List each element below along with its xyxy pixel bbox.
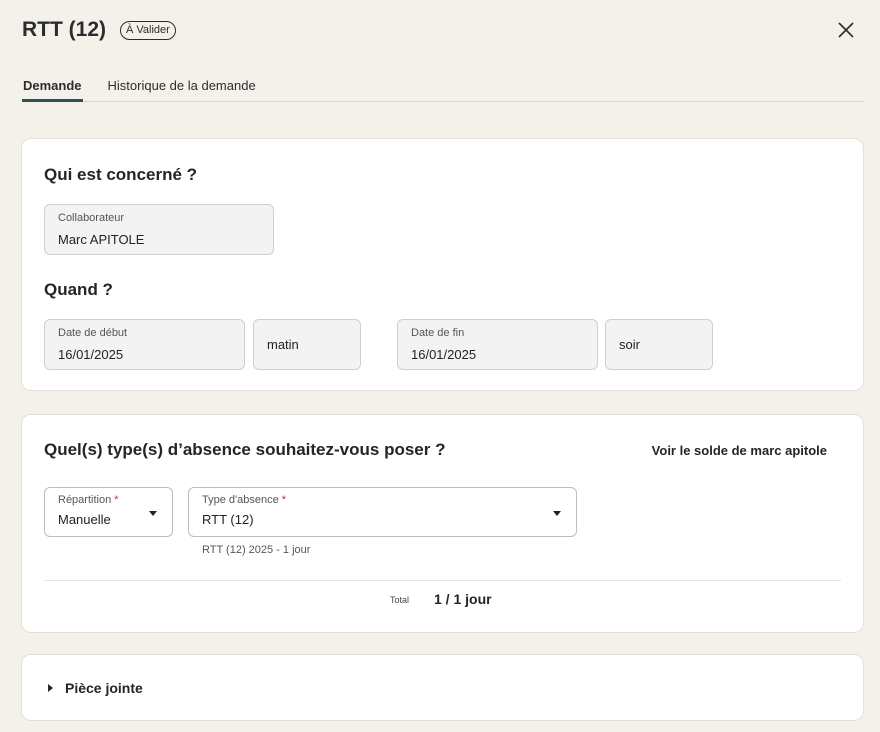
start-period-value: matin [267, 337, 299, 352]
end-period-field[interactable]: soir [605, 319, 713, 370]
total-label: Total [390, 595, 410, 605]
tab-demande[interactable]: Demande [22, 76, 83, 102]
page-title: RTT (12) [22, 18, 106, 41]
balance-link[interactable]: Voir le solde de marc apitole [652, 443, 827, 458]
close-button[interactable] [832, 16, 860, 44]
who-when-card: Qui est concerné ? Collaborateur Marc AP… [21, 138, 864, 391]
repartition-label: Répartition * [58, 494, 119, 506]
collaborator-value: Marc APITOLE [58, 232, 145, 247]
end-date-label: Date de fin [411, 327, 465, 339]
who-heading: Qui est concerné ? [44, 165, 198, 184]
attachment-card: Pièce jointe [21, 654, 864, 721]
when-heading: Quand ? [44, 280, 113, 299]
total-value: 1 / 1 jour [434, 591, 492, 607]
absence-type-card: Quel(s) type(s) d’absence souhaitez-vous… [21, 414, 864, 633]
repartition-value: Manuelle [58, 512, 111, 527]
close-icon [838, 22, 854, 38]
end-period-value: soir [619, 337, 640, 352]
absence-type-hint: RTT (12) 2025 - 1 jour [202, 544, 311, 556]
repartition-select[interactable]: Répartition * Manuelle [44, 487, 173, 537]
absence-type-label: Type d'absence * [202, 494, 287, 506]
divider [44, 580, 841, 581]
collaborator-field[interactable]: Collaborateur Marc APITOLE [44, 204, 274, 255]
status-badge: À Valider [120, 20, 176, 40]
start-period-field[interactable]: matin [253, 319, 361, 370]
attachment-label: Pièce jointe [65, 679, 143, 696]
start-date-field[interactable]: Date de début 16/01/2025 [44, 319, 245, 370]
start-date-label: Date de début [58, 327, 128, 339]
dialog-header: RTT (12) À Valider [22, 14, 860, 46]
chevron-down-icon [149, 511, 157, 516]
absence-heading: Quel(s) type(s) d’absence souhaitez-vous… [44, 440, 446, 459]
attachment-toggle[interactable]: Pièce jointe [48, 655, 143, 720]
end-date-value: 16/01/2025 [411, 347, 477, 362]
start-date-value: 16/01/2025 [58, 347, 124, 362]
caret-right-icon [48, 683, 53, 692]
chevron-down-icon [553, 511, 561, 516]
tab-historique[interactable]: Historique de la demande [107, 76, 257, 102]
absence-type-select[interactable]: Type d'absence * RTT (12) [188, 487, 577, 537]
absence-type-value: RTT (12) [202, 512, 254, 527]
end-date-field[interactable]: Date de fin 16/01/2025 [397, 319, 598, 370]
collaborator-label: Collaborateur [58, 212, 125, 224]
tab-bar: Demande Historique de la demande [22, 76, 864, 102]
